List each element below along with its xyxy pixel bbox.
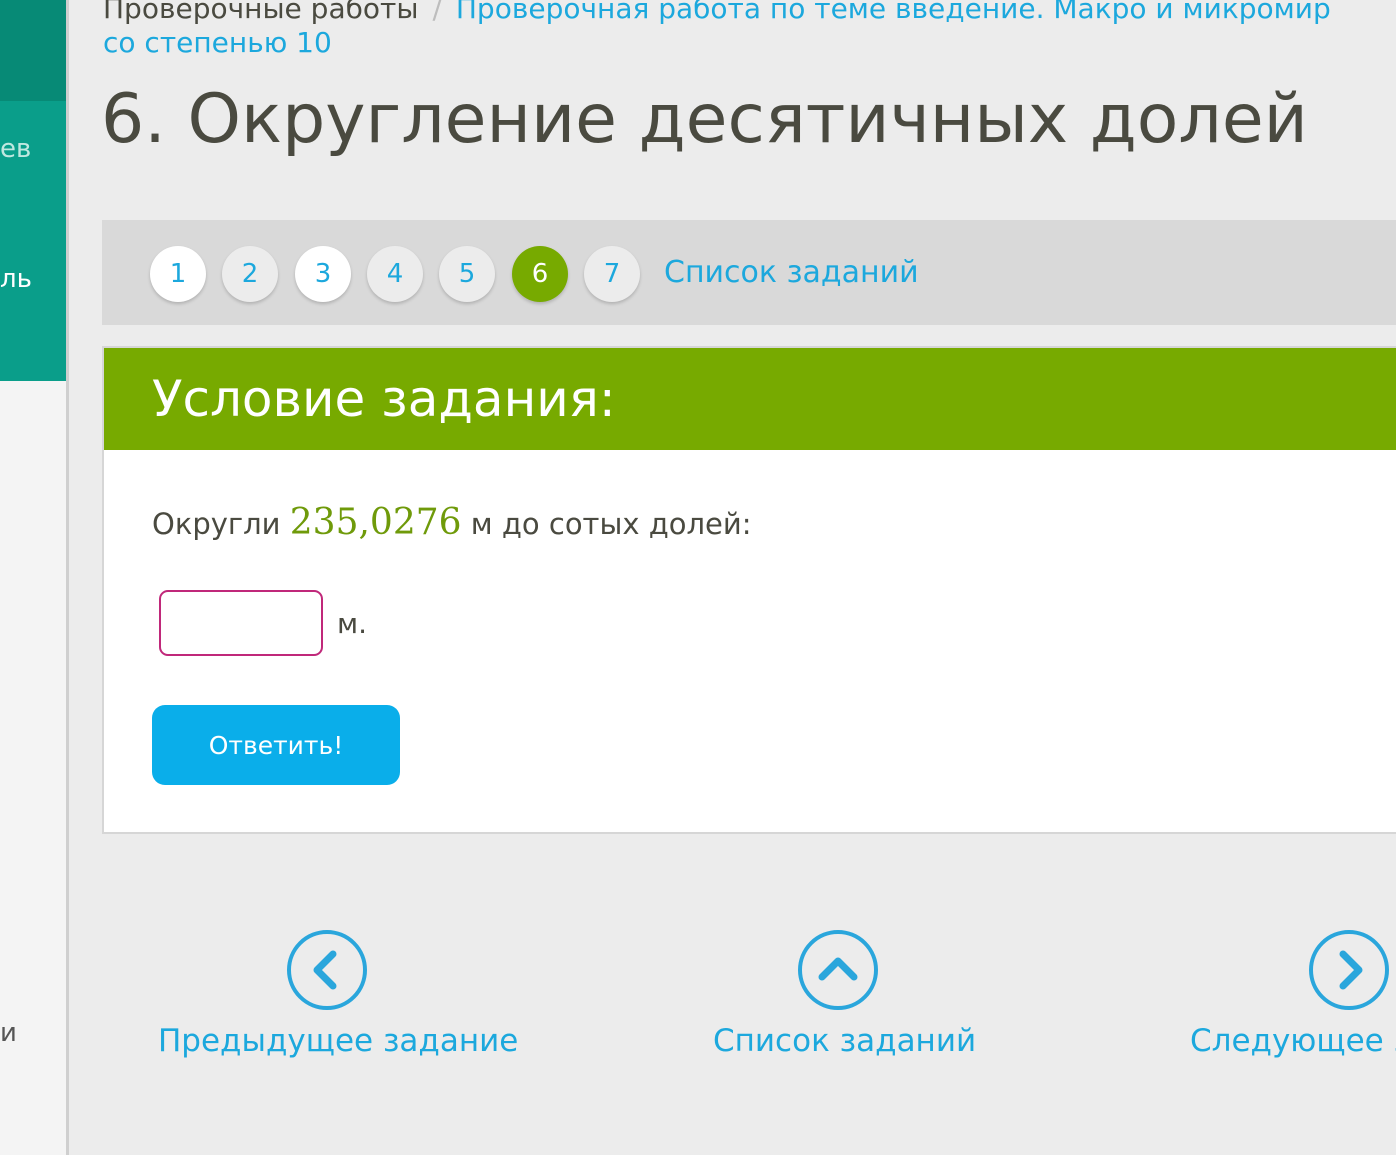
task-list-link[interactable]: Список заданий (664, 250, 919, 296)
chevron-left-icon[interactable] (287, 930, 367, 1010)
task-number: 235,0276 (289, 502, 462, 543)
task-list-label[interactable]: Список заданий (713, 1018, 976, 1064)
page-button-5[interactable]: 5 (439, 246, 495, 302)
page-title: 6. Округление десятичных долей (101, 80, 1308, 159)
unit-label: м. (337, 607, 368, 640)
page-button-4[interactable]: 4 (367, 246, 423, 302)
task-card: Условие задания: Округли 235,0276 м до с… (102, 346, 1396, 834)
page-button-7[interactable]: 7 (584, 246, 640, 302)
submit-answer-button[interactable]: Ответить! (152, 705, 400, 785)
chevron-right-icon[interactable] (1309, 930, 1389, 1010)
page-button-6[interactable]: 6 (512, 246, 568, 302)
sidebar-header[interactable] (0, 0, 66, 101)
breadcrumb-link[interactable]: Проверочная работа по теме введение. Мак… (456, 0, 1331, 25)
chevron-up-icon[interactable] (798, 930, 878, 1010)
task-card-title: Условие задания: (152, 370, 616, 428)
task-pager: 1 2 3 4 5 6 7 Список заданий (102, 220, 1396, 325)
sidebar-item-label[interactable]: ев (0, 134, 60, 164)
page-button-1[interactable]: 1 (150, 246, 206, 302)
sidebar-item-label[interactable]: ль (0, 264, 60, 294)
task-statement: Округли 235,0276 м до сотых долей: (152, 496, 752, 551)
next-task-label[interactable]: Следующее задание (1190, 1018, 1396, 1064)
task-text-suffix: м до сотых долей: (470, 507, 752, 541)
sidebar: ев ль и (0, 0, 66, 1155)
sidebar-item-label[interactable]: и (0, 1018, 60, 1048)
sidebar-divider (66, 0, 69, 1155)
breadcrumb-link-continued[interactable]: со степенью 10 (103, 22, 332, 64)
answer-input[interactable] (159, 590, 323, 656)
page-button-2[interactable]: 2 (222, 246, 278, 302)
task-card-header: Условие задания: (104, 348, 1396, 450)
previous-task-label[interactable]: Предыдущее задание (158, 1018, 518, 1064)
breadcrumb-separator: / (432, 0, 442, 25)
page-button-3[interactable]: 3 (295, 246, 351, 302)
task-text-prefix: Округли (152, 507, 281, 541)
